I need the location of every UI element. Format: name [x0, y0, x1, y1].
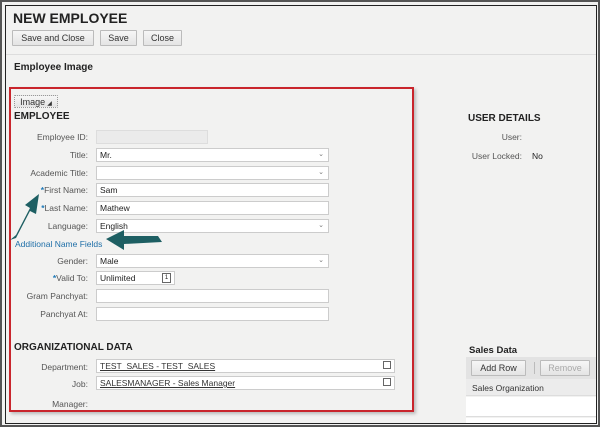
arrow-icon — [106, 230, 162, 250]
arrow-icon — [10, 194, 39, 240]
app-content: NEW EMPLOYEE Save and Close Save Close E… — [5, 5, 597, 424]
window-frame: NEW EMPLOYEE Save and Close Save Close E… — [0, 0, 600, 427]
annotation-arrows — [10, 194, 162, 250]
